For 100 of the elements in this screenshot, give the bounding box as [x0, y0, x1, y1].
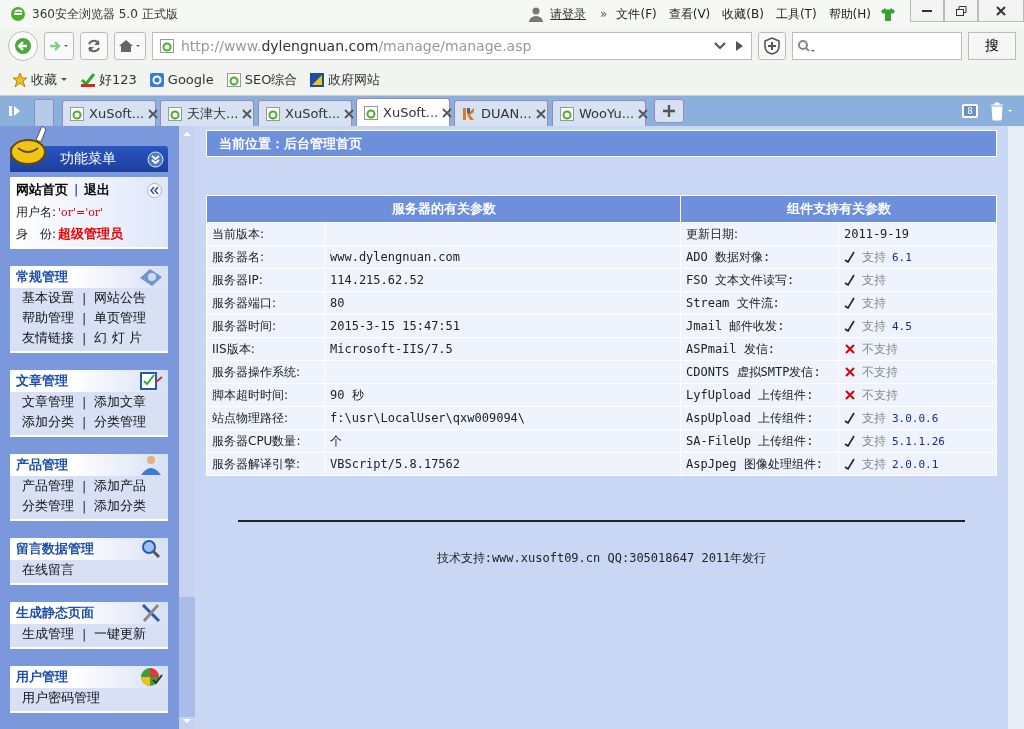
- table-cell: 2015-3-15 15:47:51: [324, 314, 681, 338]
- login-link[interactable]: 请登录: [550, 5, 587, 23]
- bookmark[interactable]: Google: [148, 71, 214, 88]
- close-icon[interactable]: [344, 108, 355, 119]
- support-status: 不支持: [862, 340, 898, 358]
- table-cell: 服务器端口:: [206, 291, 325, 315]
- menu-item[interactable]: 工具(T): [775, 5, 817, 23]
- address-field[interactable]: http://www.dylengnuan.com/manage/manage.asp: [152, 32, 752, 60]
- close-icon[interactable]: [638, 108, 649, 119]
- browser-tab[interactable]: 天津大...: [160, 100, 254, 126]
- logout-link[interactable]: 退出: [84, 181, 111, 199]
- user-icon: [528, 6, 545, 22]
- menu-link[interactable]: 幻 灯 片: [94, 329, 142, 347]
- table-cell: VBScript/5.8.17562: [324, 452, 681, 476]
- browser-tab[interactable]: DUAN...: [454, 100, 548, 126]
- minimize-button[interactable]: [910, 0, 944, 22]
- menu-item[interactable]: 帮助(H): [828, 5, 871, 23]
- table-cell: Stream 文件流:: [680, 291, 839, 315]
- table-cell: 2011-9-19: [838, 222, 997, 246]
- menu-link[interactable]: 文章管理: [22, 393, 74, 411]
- table-cell: 服务器时间:: [206, 314, 325, 338]
- close-icon: [995, 4, 1007, 17]
- home-button[interactable]: [114, 32, 146, 60]
- role-value: 超级管理员: [58, 225, 124, 243]
- page-icon: [69, 105, 85, 122]
- close-button[interactable]: [978, 0, 1024, 22]
- more-chevron[interactable]: »: [600, 7, 608, 21]
- restore-button[interactable]: [944, 0, 978, 22]
- menu-link[interactable]: 用户密码管理: [22, 689, 100, 707]
- bookmark[interactable]: 收藏: [12, 70, 68, 89]
- dropdown-icon[interactable]: [713, 41, 727, 51]
- table-cell: ASPmail 发信:: [680, 337, 839, 361]
- minimize-icon: [922, 9, 932, 12]
- shirt-icon[interactable]: [880, 6, 896, 22]
- menu-link[interactable]: 添加分类: [94, 497, 147, 515]
- search-field[interactable]: [792, 32, 962, 60]
- close-icon[interactable]: [535, 108, 546, 119]
- support-status: 支持: [862, 455, 886, 473]
- separator: |: [82, 478, 87, 494]
- color-ball-icon: [138, 666, 164, 688]
- page-scrollbar[interactable]: [1008, 126, 1024, 729]
- shield-button[interactable]: [758, 32, 786, 60]
- go-icon[interactable]: [733, 40, 745, 52]
- menu-link[interactable]: 生成管理: [22, 625, 74, 643]
- version-number: 6.1: [892, 250, 912, 264]
- close-icon[interactable]: [442, 107, 453, 118]
- support-status: 支持: [862, 432, 886, 450]
- bookmark[interactable]: 好123: [80, 70, 137, 89]
- window-title: 360安全浏览器 5.0 正式版: [32, 5, 178, 23]
- site-icon: [148, 71, 165, 88]
- menu-link[interactable]: 添加产品: [94, 477, 147, 495]
- menu-link[interactable]: 在线留言: [22, 561, 74, 579]
- table-cell: IIS版本:: [206, 337, 325, 361]
- scrollbar-thumb[interactable]: [179, 597, 195, 717]
- menu-link[interactable]: 友情链接: [22, 329, 74, 347]
- user-name: 'or'='or': [58, 205, 104, 219]
- page-icon: [559, 105, 575, 122]
- menu-link[interactable]: 添加文章: [94, 393, 147, 411]
- separator: |: [82, 626, 87, 642]
- close-icon[interactable]: [148, 108, 159, 119]
- home-link[interactable]: 网站首页: [16, 181, 68, 199]
- browser-tab[interactable]: WooYu...: [552, 100, 646, 126]
- menu-link[interactable]: 帮助管理: [22, 309, 74, 327]
- table-cell: Jmail 邮件收发:: [680, 314, 839, 338]
- menu-link[interactable]: 分类管理: [94, 413, 147, 431]
- bookmark[interactable]: SEO综合: [225, 70, 298, 89]
- close-icon[interactable]: [242, 108, 253, 119]
- table-cell: 80: [324, 291, 681, 315]
- back-button[interactable]: [8, 31, 38, 61]
- search-button[interactable]: 搜: [968, 32, 1016, 60]
- refresh-icon: [86, 38, 102, 54]
- person-icon: [138, 454, 164, 476]
- plus-icon: [662, 104, 676, 118]
- refresh-button[interactable]: [80, 32, 108, 60]
- table-cell: 服务器IP:: [206, 268, 325, 292]
- forward-arrow-icon: [48, 39, 70, 53]
- collapse-icon[interactable]: [147, 150, 164, 168]
- browser-tab[interactable]: XuSoft...: [258, 100, 352, 126]
- home-icon: [118, 38, 142, 54]
- support-status: 不支持: [862, 386, 898, 404]
- menu-link[interactable]: 一键更新: [94, 625, 147, 643]
- menu-link[interactable]: 产品管理: [22, 477, 74, 495]
- menu-item[interactable]: 收藏(B): [722, 5, 764, 23]
- browser-tab[interactable]: XuSoft...: [356, 98, 450, 126]
- table-cell: 90 秒: [324, 383, 681, 407]
- support-status: 支持: [862, 271, 886, 289]
- bookmark[interactable]: 政府网站: [309, 70, 381, 89]
- menu-link[interactable]: 单页管理: [94, 309, 147, 327]
- support-status: 支持: [862, 409, 886, 427]
- table-cell: 服务器操作系统:: [206, 360, 325, 384]
- separator: |: [82, 498, 87, 514]
- collapse-left-icon[interactable]: [147, 182, 162, 198]
- menu-item[interactable]: 文件(F): [616, 5, 657, 23]
- menu-item[interactable]: 查看(V): [668, 5, 711, 23]
- menu-link[interactable]: 分类管理: [22, 497, 74, 515]
- menu-link[interactable]: 添加分类: [22, 413, 74, 431]
- menu-link[interactable]: 网站公告: [94, 289, 147, 307]
- new-tab-button[interactable]: [654, 99, 684, 123]
- browser-tab[interactable]: XuSoft...: [62, 100, 156, 126]
- menu-link[interactable]: 基本设置: [22, 289, 74, 307]
